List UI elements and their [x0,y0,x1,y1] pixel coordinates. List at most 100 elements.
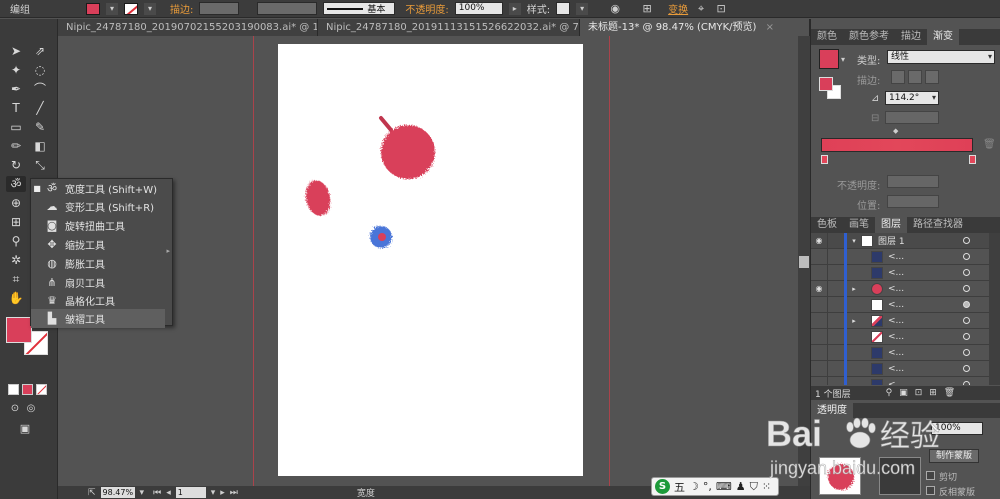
lasso-tool-icon[interactable]: ◌ [30,62,50,78]
doc-tab-2[interactable]: Nipic_24787180_20191113151526622032.ai* … [318,19,580,36]
tab-pathfinder[interactable]: 路径查找器 [907,217,969,233]
close-icon[interactable]: × [766,22,774,33]
layer-row[interactable]: <... [811,264,1000,281]
style-dropdown[interactable]: ▾ [576,2,589,15]
width-tool-icon[interactable]: ॐ [6,176,26,192]
moon-icon[interactable]: ☽ [689,480,699,493]
pen-tool-icon[interactable]: ✒ [6,81,26,97]
eraser-tool-icon[interactable]: ◧ [30,138,50,154]
tab-swatches[interactable]: 色板 [811,217,843,233]
zoom-field[interactable]: 98.47% [100,487,135,498]
opacity-label[interactable]: 不透明度: [405,1,448,16]
canvas-vertical-scrollbar[interactable] [798,36,810,486]
tab-color[interactable]: 颜色 [811,29,843,45]
tab-color-guide[interactable]: 颜色参考 [843,29,895,45]
magic-wand-tool-icon[interactable]: ✦ [6,62,26,78]
object-thumbnail[interactable] [819,457,861,495]
stroke-weight-field[interactable] [199,2,240,15]
last-artboard-icon[interactable]: ⏭ [230,488,238,498]
transform-options-icon[interactable]: ⊡ [714,2,728,16]
invert-mask-checkbox[interactable] [926,486,935,495]
mesh-tool-icon[interactable]: ⊞ [6,214,26,230]
tab-stroke[interactable]: 描边 [895,29,927,45]
layer-row[interactable]: <... [811,360,1000,377]
variable-width-field[interactable] [257,2,318,15]
rotate-tool-icon[interactable]: ↻ [6,157,26,173]
layer-name[interactable]: <... [888,252,948,262]
layer-name[interactable]: 图层 1 [878,234,938,247]
layer-target-icon[interactable] [963,381,970,385]
make-mask-button[interactable]: 制作蒙版 [929,449,979,463]
layer-row[interactable]: <... [811,328,1000,345]
layer-name[interactable]: <... [888,268,948,278]
opacity-input[interactable]: 100% [454,2,503,15]
gradient-slider[interactable] [821,138,973,152]
punctuation-icon[interactable]: °, [703,480,712,493]
fill-dropdown[interactable]: ▾ [106,2,118,15]
layer-target-icon[interactable] [963,365,970,372]
apple-shape[interactable] [381,125,435,179]
brush-definition[interactable]: 基本 [323,2,396,15]
share-icon[interactable]: ⇱ [88,488,96,498]
visibility-eye-icon[interactable]: ◉ [811,284,827,293]
none-mode-icon[interactable] [36,384,47,395]
line-tool-icon[interactable]: ╱ [30,100,50,116]
draw-mode-icon[interactable]: ⊙ [8,401,22,417]
tearoff-arrow-icon[interactable]: ▸ [166,247,170,255]
layer-target-icon[interactable] [963,269,970,276]
layer-name[interactable]: <... [888,332,948,342]
keyboard-icon[interactable]: ⌨ [716,480,732,493]
layer-row[interactable]: ◉ ▸ <... [811,280,1000,297]
layer-target-icon[interactable] [963,237,970,244]
doc-tab-1[interactable]: Nipic_24787180_20190702155203190083.ai* … [58,19,318,36]
mask-thumbnail[interactable] [879,457,921,495]
first-artboard-icon[interactable]: ⏮ [153,488,161,498]
flyout-item-bloat[interactable]: ◍ 膨胀工具 [31,254,165,273]
transform-label[interactable]: 变换 [668,1,688,16]
gradient-type-select[interactable]: 线性 ▾ [887,50,995,64]
layer-row[interactable]: <... [811,344,1000,361]
layer-target-icon[interactable] [963,285,970,292]
layer-row-header[interactable]: ◉ ▾ 图层 1 [811,233,1000,249]
flyout-item-crystallize[interactable]: ♛ 晶格化工具 [31,291,165,310]
fill-swatch[interactable] [86,2,100,15]
shape-builder-tool-icon[interactable]: ⊕ [6,195,26,211]
shirt-icon[interactable]: ⛉ [750,480,758,494]
new-sublayer-icon[interactable]: ⊡ [915,388,923,398]
scale-tool-icon[interactable]: ⤡ [30,157,50,173]
gradient-mode-icon[interactable] [22,384,33,395]
stroke-label[interactable]: 描边: [170,1,193,16]
tab-gradient[interactable]: 渐变 [927,29,959,45]
flyout-item-scallop[interactable]: ⋔ 扇贝工具 [31,273,165,292]
flyout-item-pucker[interactable]: ✥ 缩拢工具 [31,235,165,254]
layer-row[interactable]: <... [811,376,1000,385]
flyout-item-twirl[interactable]: ◙ 旋转扭曲工具 [31,216,165,235]
locate-object-icon[interactable]: ⚲ [886,388,893,398]
gradient-preview-swatch[interactable] [819,49,839,69]
expand-arrow-icon[interactable]: ▾ [847,237,861,245]
gradient-angle-input[interactable]: 114.2° ▾ [885,91,939,105]
type-tool-icon[interactable]: T [6,100,26,116]
layer-target-icon[interactable] [963,333,970,340]
expand-arrow-icon[interactable]: ▸ [847,285,861,293]
red-dot-shape[interactable] [378,233,386,241]
layer-target-icon[interactable] [963,349,970,356]
curvature-tool-icon[interactable]: ⌒ [30,81,50,97]
eyedropper-tool-icon[interactable]: ⚲ [6,233,26,249]
apple-stem[interactable] [379,116,393,132]
zoom-dropdown-icon[interactable]: ▾ [140,488,145,498]
layer-target-icon[interactable] [963,301,970,308]
scroll-thumb[interactable] [799,256,809,268]
tab-brushes[interactable]: 画笔 [843,217,875,233]
new-layer-icon[interactable]: ⊞ [929,388,937,398]
isolate-icon[interactable]: ⌖ [694,2,708,16]
style-swatch[interactable] [556,2,571,15]
grid-icon[interactable]: ⁙ [762,480,771,493]
fill-swatch-small[interactable] [819,77,833,91]
delete-layer-icon[interactable]: 🗑 [944,388,955,398]
direct-selection-tool-icon[interactable]: ⇗ [30,43,50,59]
layer-name[interactable]: <... [888,300,948,310]
artboard-dropdown-icon[interactable]: ▾ [211,488,216,498]
align-icon[interactable]: ⊞ [640,2,654,16]
fill-color-swatch[interactable] [6,317,32,343]
